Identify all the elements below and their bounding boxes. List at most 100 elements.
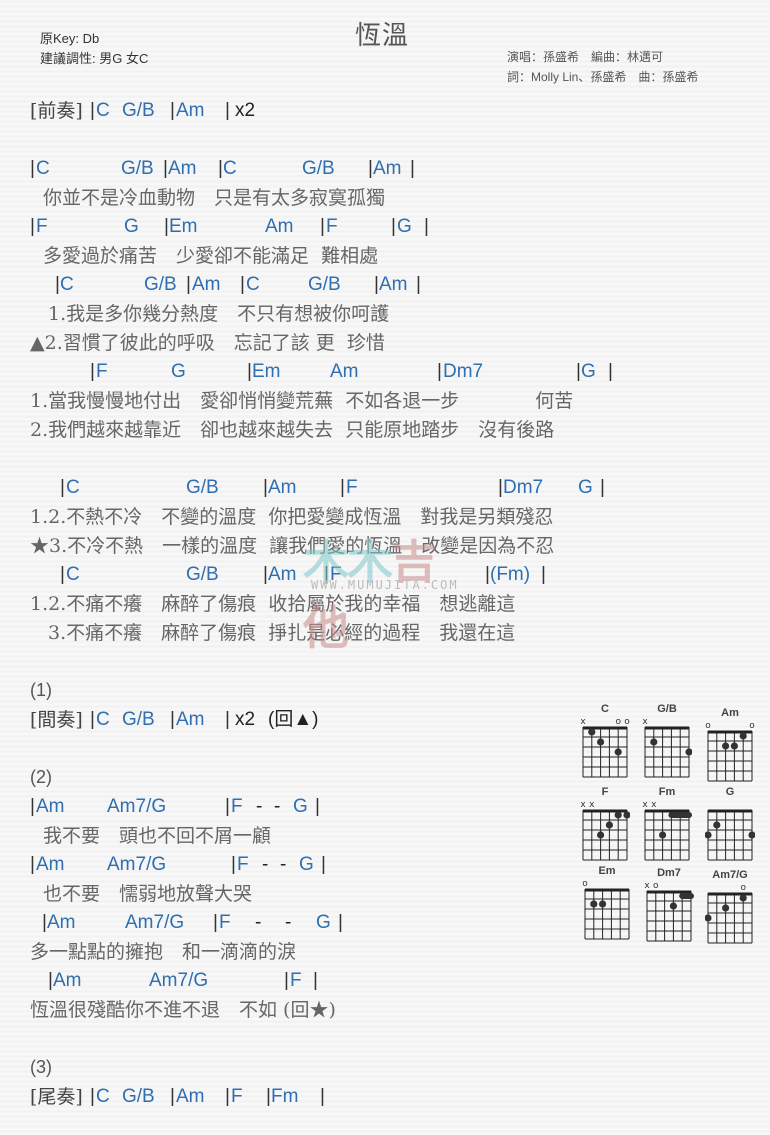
chord-line: | C G/B | Am | C G/B | Am | <box>0 272 770 300</box>
section-label: [前奏] <box>30 100 83 122</box>
bar-line: | <box>90 709 95 730</box>
chord-symbol: Em <box>252 361 281 382</box>
finger-dot <box>597 831 605 839</box>
chord-symbol: F <box>36 216 48 237</box>
chord-symbol: F <box>96 361 108 382</box>
chord-symbol: Am <box>168 158 197 179</box>
chord-symbol: G/B <box>308 274 341 295</box>
bar-line: | <box>60 477 65 498</box>
lyric-line: 1.2.不痛不癢 麻醉了傷痕 收拾屬於我的幸福 想逃離這 <box>30 593 516 615</box>
bar-line: | <box>313 970 318 991</box>
lyric-line: 我不要 頭也不回不屑一顧 <box>43 825 272 847</box>
chord-symbol: Am7/G <box>107 796 167 817</box>
finger-dot <box>730 742 738 750</box>
chord-symbol: G <box>171 361 186 382</box>
chord-symbol: F <box>326 216 338 237</box>
bar-line: | <box>30 158 35 179</box>
chord-symbol: G/B <box>186 564 219 585</box>
chord-symbol: Am <box>265 216 294 237</box>
chord-symbol: G <box>578 477 593 498</box>
chord-symbol: C <box>96 1086 110 1107</box>
chord-symbol: Am <box>176 100 205 121</box>
bar-line: | <box>225 796 230 817</box>
chord-symbol: Am <box>268 477 297 498</box>
muted-string-marker: x <box>642 800 648 810</box>
chord-symbol: G <box>293 796 308 817</box>
chord-diagram-fm: xx <box>642 800 692 861</box>
chord-symbol: Dm7 <box>503 477 544 498</box>
chord-symbol: Am <box>176 709 205 730</box>
repeat-mark: - <box>285 912 292 933</box>
bar-line: | <box>608 361 613 382</box>
chord-symbol: Am <box>36 854 65 875</box>
suggested-key: 建議調性: 男G 女C <box>40 51 149 66</box>
barre-mark <box>679 893 694 899</box>
chord-diagram-am: oo <box>705 721 755 782</box>
bar-line: | <box>410 158 415 179</box>
finger-dot <box>705 831 712 839</box>
bar-line: | <box>30 796 35 817</box>
bar-line: | <box>338 912 343 933</box>
chord-line: | F G | Em Am | F | G | <box>0 214 770 242</box>
credits-lyricist-composer: 詞：Molly Lin、孫盛希 曲：孫盛希 <box>507 70 699 84</box>
chord-symbol: Am <box>379 274 408 295</box>
chord-symbol: Am <box>176 1086 205 1107</box>
lyric-line: 多一點點的擁抱 和一滴滴的淚 <box>30 941 297 963</box>
chord-symbol: G/B <box>122 100 155 121</box>
chord-chart-name: Am7/G <box>712 869 748 881</box>
bar-line: | <box>321 854 326 875</box>
bar-line: | <box>240 274 245 295</box>
lyric-line: 1.我是多你幾分熱度 不只有想被你呵護 <box>48 303 390 325</box>
open-string-marker: o <box>624 717 630 727</box>
muted-string-marker: x <box>642 717 648 727</box>
chord-symbol: F <box>237 854 249 875</box>
repeat-mark: (回▲) <box>268 709 319 730</box>
chord-chart-name: Fm <box>658 786 676 798</box>
bar-line: | <box>284 970 289 991</box>
lyric-line: ▲2.習慣了彼此的呼吸 忘記了該 更 珍惜 <box>30 332 385 354</box>
chord-symbol: G <box>397 216 412 237</box>
section-marker: (3) <box>30 1057 52 1077</box>
bar-line: | <box>231 854 236 875</box>
chord-symbol: Em <box>169 216 198 237</box>
finger-dot <box>597 738 605 746</box>
muted-string-marker: x <box>644 881 650 891</box>
chord-symbol: Am <box>36 796 65 817</box>
chord-symbol: F <box>290 970 302 991</box>
finger-dot <box>650 738 658 746</box>
chord-symbol: G/B <box>122 709 155 730</box>
repeat-mark: - <box>262 854 269 875</box>
repeat-mark: - <box>280 854 287 875</box>
finger-dot <box>599 900 607 908</box>
chord-symbol: Am7/G <box>107 854 167 875</box>
finger-dot <box>669 902 677 910</box>
lyric-line: 你並不是冷血動物 只是有太多寂寞孤獨 <box>43 187 386 209</box>
open-string-marker: o <box>615 717 621 727</box>
chord-symbol: (Fm) <box>490 564 531 585</box>
chord-symbol: G <box>316 912 331 933</box>
bar-line: | <box>170 709 175 730</box>
chord-symbol: F <box>346 477 358 498</box>
muted-string-marker: x <box>589 800 595 810</box>
chord-chart-name: Dm7 <box>657 867 681 879</box>
chord-line: [尾奏] | C G/B | Am | F | Fm | <box>0 1084 770 1112</box>
chord-symbol: C <box>223 158 237 179</box>
lyric-line: 恆溫很殘酷你不進不退 不如 (回★) <box>30 999 336 1021</box>
chord-line: | C G/B | Am | F | Dm7 G | <box>0 475 770 503</box>
chord-symbol: F <box>231 1086 243 1107</box>
chord-symbol: C <box>66 477 80 498</box>
finger-dot <box>590 900 598 908</box>
chord-symbol: G <box>581 361 596 382</box>
chord-symbol: Am7/G <box>125 912 185 933</box>
lyric-line: 1.2.不熱不冷 不變的溫度 你把愛變成恆溫 對我是另類殘忍 <box>30 506 554 528</box>
finger-dot <box>748 831 755 839</box>
chord-chart-name: G <box>725 786 735 798</box>
chord-symbol: G <box>299 854 314 875</box>
repeat-mark: x2 <box>235 100 256 121</box>
repeat-mark: - <box>255 912 262 933</box>
chord-symbol: C <box>66 564 80 585</box>
chord-symbol: Fm <box>271 1086 299 1107</box>
barre-mark <box>668 812 692 818</box>
finger-dot <box>588 728 596 736</box>
finger-dot <box>722 742 730 750</box>
